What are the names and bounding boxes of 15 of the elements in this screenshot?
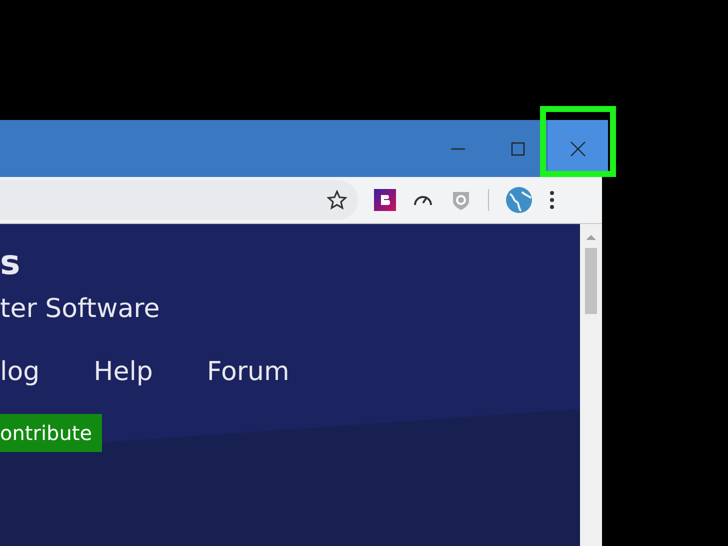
menu-icon[interactable] [549, 190, 555, 210]
maximize-icon [510, 140, 526, 156]
nav-link[interactable]: log [0, 353, 40, 392]
site-title: s [0, 246, 22, 280]
close-icon [570, 140, 586, 156]
site-tagline: ter Software [0, 293, 161, 326]
shield-icon[interactable] [450, 189, 472, 211]
globe-icon[interactable] [505, 186, 533, 214]
scrollbar[interactable] [580, 224, 602, 546]
contribute-button[interactable]: ontribute [0, 414, 102, 452]
extension-icon[interactable] [374, 189, 396, 211]
minimize-icon [450, 148, 466, 150]
nav-link[interactable]: Help [94, 353, 153, 392]
nav-link[interactable]: Forum [206, 353, 290, 392]
scroll-thumb[interactable] [585, 248, 597, 314]
